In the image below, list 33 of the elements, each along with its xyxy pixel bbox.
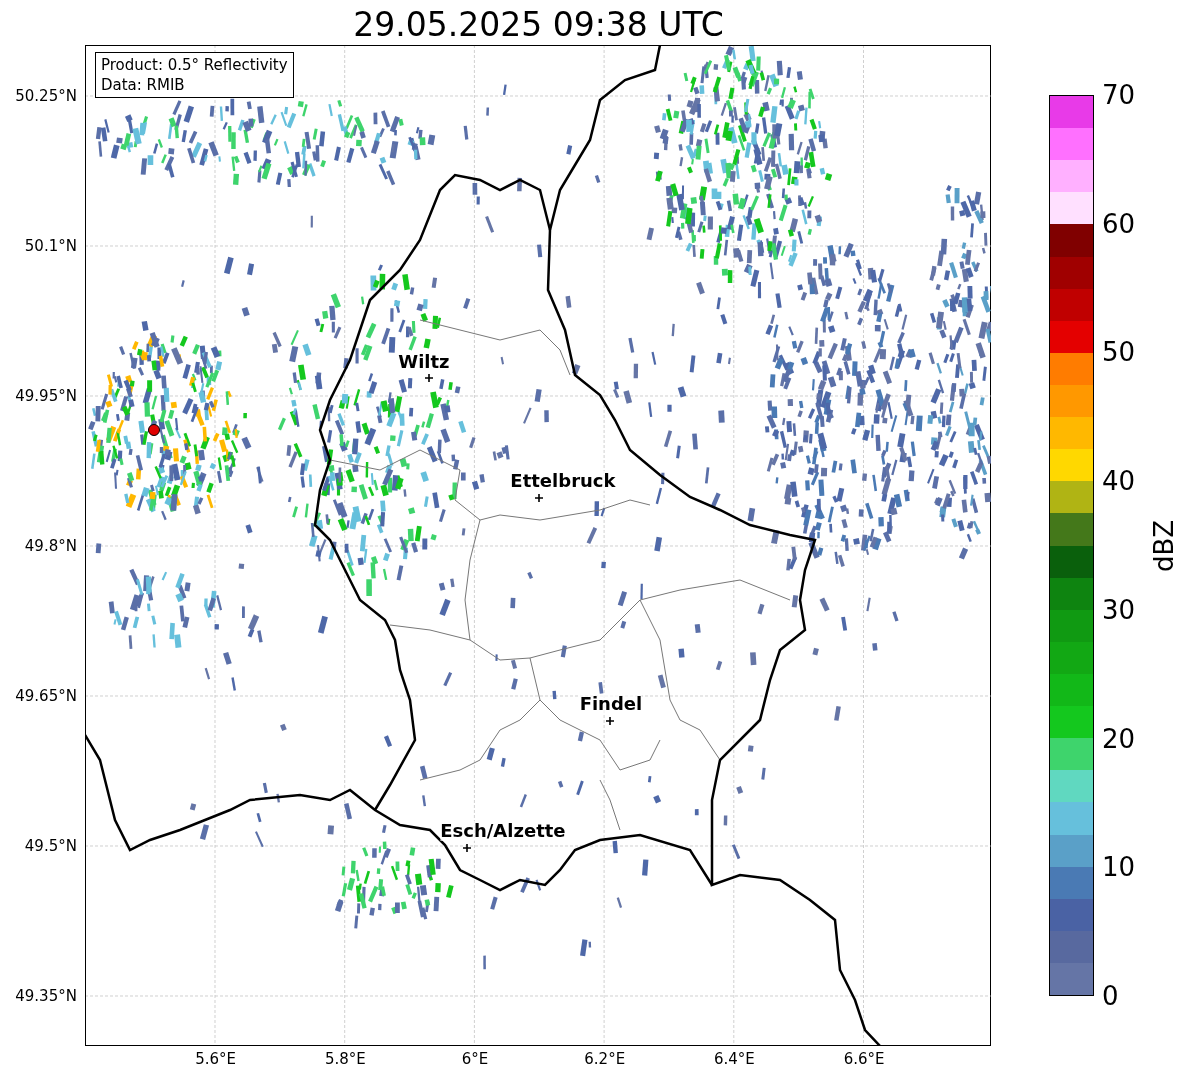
- colorbar-tick-label: 40: [1102, 466, 1136, 497]
- city-marker-icon: [605, 717, 614, 725]
- info-text: Product: 0.5° Reflectivity: [100, 55, 288, 75]
- longitude-tick-label: 5.6°E: [195, 1050, 237, 1068]
- longitude-tick-label: 5.8°E: [324, 1050, 366, 1068]
- longitude-tick-label: 6.6°E: [843, 1050, 885, 1068]
- city-marker-icon: [462, 844, 471, 852]
- city-label: Esch/Alzette: [440, 821, 566, 841]
- colorbar-tick-label: 10: [1102, 852, 1136, 883]
- colorbar-tick-label: 20: [1102, 723, 1136, 754]
- longitude-tick-label: 6.4°E: [714, 1050, 755, 1068]
- latitude-tick-label: 49.95°N: [15, 387, 77, 405]
- latitude-tick-label: 49.65°N: [15, 687, 77, 705]
- longitude-tick-label: 6°E: [461, 1050, 489, 1068]
- info-text: Data: RMIB: [100, 75, 186, 95]
- city-marker-icon: [424, 374, 433, 382]
- colorbar-tick-label: 70: [1102, 80, 1136, 110]
- radar-site-icon: [147, 424, 160, 436]
- colorbar-tick-label: 60: [1102, 208, 1136, 239]
- city-label: Ettelbruck: [510, 471, 616, 491]
- latitude-tick-label: 49.8°N: [24, 537, 77, 555]
- latitude-tick-label: 50.1°N: [24, 237, 77, 255]
- colorbar-tick-label: 0: [1102, 981, 1119, 1011]
- latitude-tick-label: 49.5°N: [24, 837, 77, 855]
- colorbar-label: dBZ: [1149, 519, 1179, 572]
- chart-title: 29.05.2025 09:38 UTC: [353, 5, 724, 45]
- city-marker-icon: [534, 494, 543, 502]
- latitude-tick-label: 49.35°N: [15, 987, 77, 1005]
- city-label: Findel: [579, 694, 643, 714]
- latitude-tick-label: 50.25°N: [15, 87, 77, 105]
- colorbar-tick-label: 50: [1102, 337, 1136, 368]
- longitude-tick-label: 6.2°E: [584, 1050, 626, 1068]
- colorbar-tick-label: 30: [1102, 594, 1136, 625]
